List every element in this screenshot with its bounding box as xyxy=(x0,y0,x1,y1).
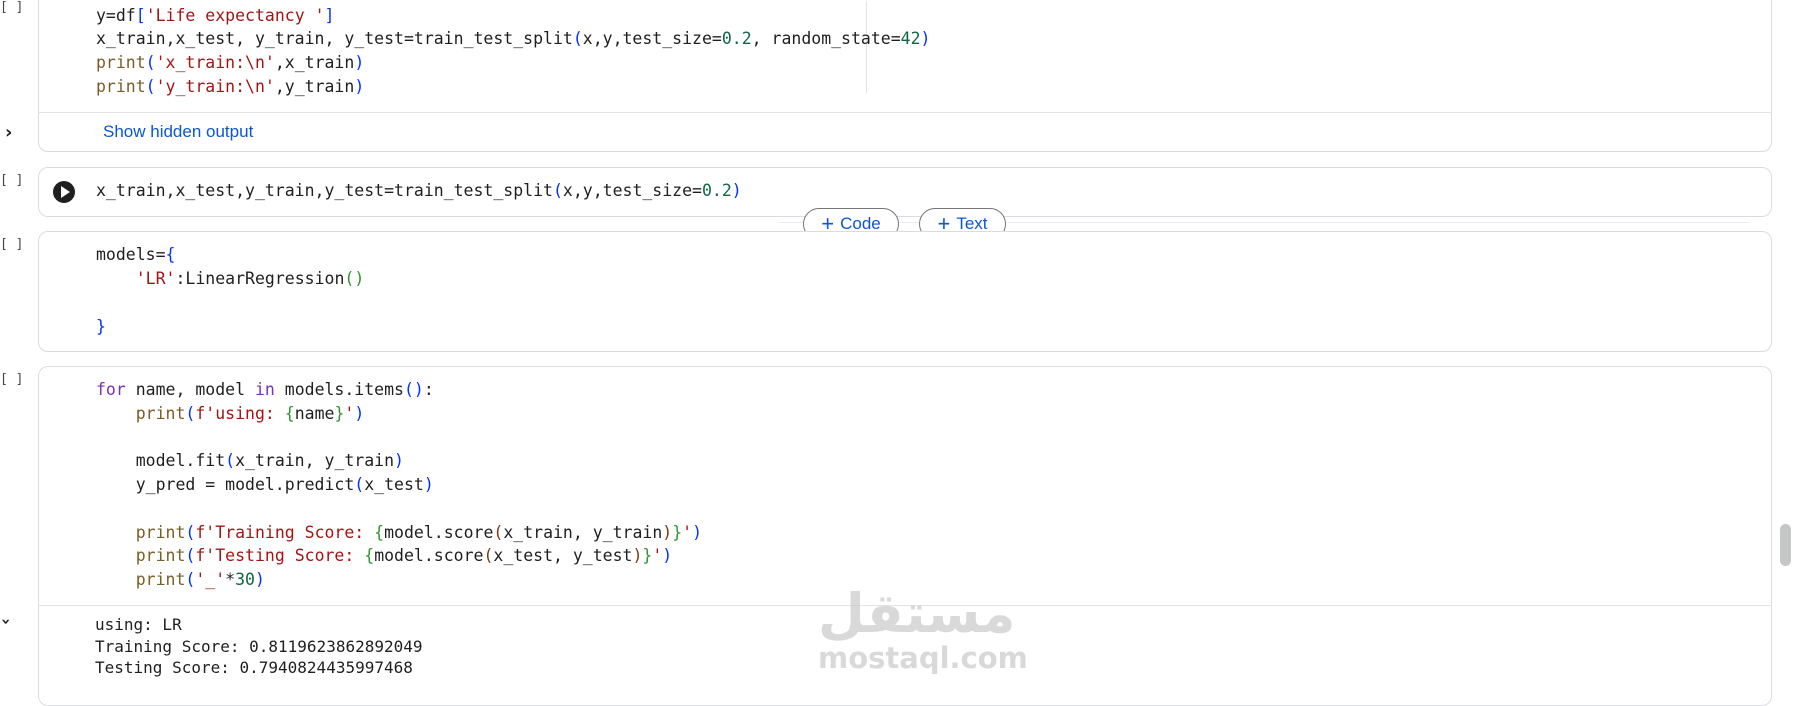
code-line: models={ xyxy=(96,245,176,264)
output-line: Training Score: 0.8119623862892049 xyxy=(95,637,423,656)
output-divider xyxy=(38,112,1772,113)
code-line: } xyxy=(96,317,106,336)
show-hidden-output-link[interactable]: Show hidden output xyxy=(103,122,253,142)
watermark-logo: مستقل mostaql.com xyxy=(818,582,1028,675)
code-line: print('x_train:\n',x_train) xyxy=(96,53,365,72)
code-line: x_train,x_test,y_train,y_test=train_test… xyxy=(96,181,742,200)
code-line: print(f'using: {name}') xyxy=(135,404,365,423)
exec-count: [ ] xyxy=(0,372,24,387)
chevron-down-icon[interactable]: › xyxy=(0,618,16,625)
play-circle-icon[interactable] xyxy=(53,181,75,203)
watermark-arabic: مستقل xyxy=(818,582,1016,645)
code-line: print('_'*30) xyxy=(135,570,265,589)
code-line: print(f'Testing Score: {model.score(x_te… xyxy=(135,546,673,565)
code-line: y_pred = model.predict(x_test) xyxy=(96,475,434,494)
output-line: Testing Score: 0.7940824435997468 xyxy=(95,658,413,677)
code-cell-3[interactable] xyxy=(38,231,1772,352)
code-line: 'LR':LinearRegression() xyxy=(135,269,365,288)
code-line: x_train,x_test, y_train, y_test=train_te… xyxy=(96,29,931,48)
watermark-latin: mostaql.com xyxy=(818,641,1028,675)
code-line: for name, model in models.items(): xyxy=(96,380,434,399)
chevron-right-icon[interactable]: › xyxy=(5,122,12,143)
exec-count: [ ] xyxy=(0,173,24,188)
output-line: using: LR xyxy=(95,615,182,634)
code-line: model.fit(x_train, y_train) xyxy=(96,451,404,470)
code-line: y=df['Life expectancy '] xyxy=(96,6,335,25)
exec-count: [ ] xyxy=(0,237,24,252)
code-line: print(f'Training Score: {model.score(x_t… xyxy=(135,523,703,542)
exec-count: [ ] xyxy=(0,0,24,15)
scrollbar-thumb[interactable] xyxy=(1780,524,1791,566)
code-line: print('y_train:\n',y_train) xyxy=(96,77,365,96)
